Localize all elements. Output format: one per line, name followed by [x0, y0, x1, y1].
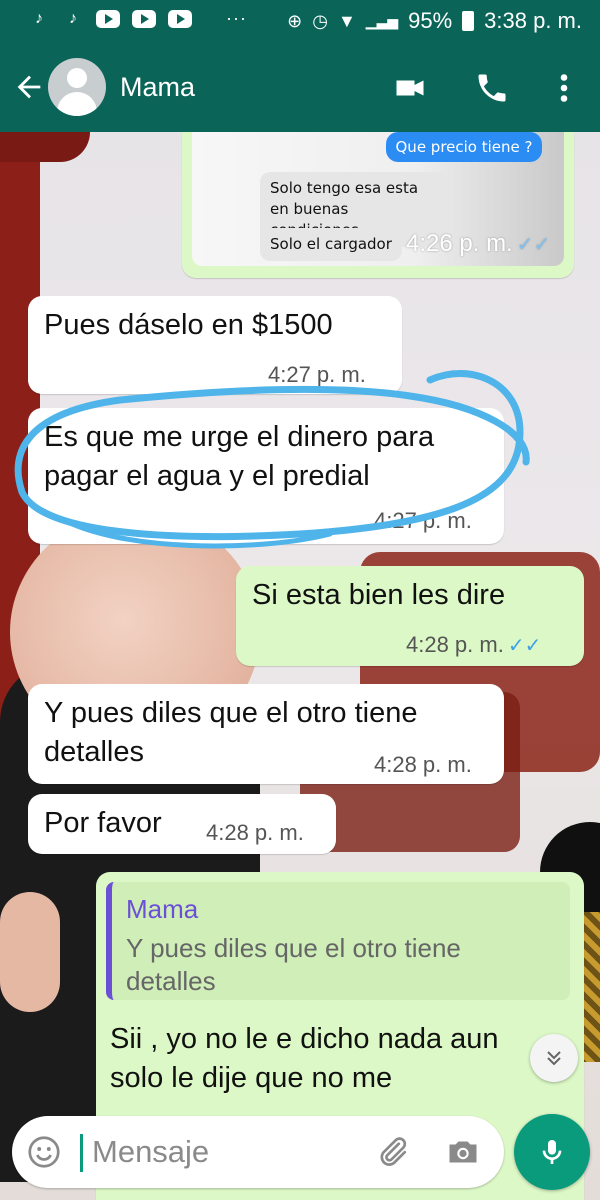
data-saver-icon: ⊕: [287, 10, 303, 31]
contact-name[interactable]: Mama: [120, 72, 195, 103]
message-time: 4:27 p. m.: [374, 508, 472, 533]
voice-message-button[interactable]: [514, 1114, 590, 1190]
tiktok-icon: ♪: [69, 10, 77, 27]
attach-paperclip-icon[interactable]: [374, 1134, 410, 1170]
battery-icon: [462, 11, 475, 31]
message-text: Si esta bien les dire: [252, 579, 506, 611]
outgoing-message[interactable]: Si esta bien les dire 4:28 p. m. ✓✓: [236, 566, 584, 666]
youtube-icon: [168, 10, 192, 28]
incoming-message[interactable]: Pues dáselo en $1500 4:27 p. m.: [28, 296, 402, 394]
more-notifications-indicator: ···: [226, 8, 247, 28]
read-receipt-icon: ✓✓: [507, 635, 542, 657]
avatar[interactable]: [48, 58, 106, 116]
camera-icon[interactable]: [444, 1134, 482, 1170]
quote-text: Y pues diles que el otro tiene detalles: [126, 933, 461, 996]
status-bar: ♪ ♪ ··· ⊕ ◷ ▼ ▁▃▅ 95% 3:38 p. m.: [0, 0, 600, 44]
more-options-icon[interactable]: [546, 70, 582, 106]
wallpaper-photo-chair-top: [0, 132, 90, 162]
clock: 3:38 p. m.: [484, 8, 582, 33]
chat-area[interactable]: Que precio tiene ? Solo tengo esa esta e…: [0, 132, 600, 1200]
text-cursor: [80, 1134, 83, 1172]
emoji-icon[interactable]: [26, 1134, 62, 1170]
message-text: Pues dáselo en $1500: [44, 309, 333, 341]
message-time: 4:26 p. m. ✓✓: [406, 230, 551, 257]
avatar-head-shape: [67, 68, 87, 88]
incoming-message[interactable]: Por favor 4:28 p. m.: [28, 794, 336, 854]
notification-icons: ♪ ♪: [28, 9, 192, 29]
message-time: 4:28 p. m.: [374, 752, 472, 777]
message-text: Es que me urge el dinero para pagar el a…: [44, 421, 435, 492]
alarm-icon: ◷: [312, 10, 328, 31]
incoming-message[interactable]: Es que me urge el dinero para pagar el a…: [28, 408, 504, 544]
chat-header: Mama: [0, 44, 600, 132]
scroll-to-bottom-button[interactable]: [530, 1034, 578, 1082]
image-message[interactable]: Que precio tiene ? Solo tengo esa esta e…: [182, 132, 574, 278]
tiktok-icon: ♪: [35, 10, 43, 27]
incoming-message[interactable]: Y pues diles que el otro tiene detalles …: [28, 684, 504, 784]
message-time: 4:28 p. m. ✓✓: [406, 632, 542, 657]
video-call-icon[interactable]: [392, 70, 428, 106]
message-time: 4:27 p. m.: [268, 362, 366, 387]
wallpaper-photo-baby-hand: [0, 892, 60, 1012]
system-status: ⊕ ◷ ▼ ▁▃▅ 95% 3:38 p. m.: [287, 8, 582, 34]
shared-screenshot-image: Que precio tiene ? Solo tengo esa esta e…: [192, 132, 564, 266]
message-composer: [12, 1116, 504, 1188]
quoted-message[interactable]: Mama Y pues diles que el otro tiene deta…: [106, 882, 570, 1000]
signal-icon: ▁▃▅: [365, 12, 399, 29]
battery-percent: 95%: [408, 8, 453, 33]
microphone-icon: [542, 1140, 562, 1164]
youtube-icon: [96, 10, 120, 28]
message-time: 4:28 p. m.: [206, 820, 304, 845]
quote-author: Mama: [126, 894, 199, 924]
phone-call-icon[interactable]: [474, 70, 510, 106]
back-arrow-icon[interactable]: [12, 70, 46, 104]
screenshot-received-bubble: Solo el cargador: [260, 228, 402, 261]
wifi-icon: ▼: [337, 10, 356, 31]
avatar-body-shape: [57, 92, 97, 116]
double-chevron-down-icon: [547, 1051, 561, 1066]
message-text: Sii , yo no le e dicho nada aun solo le …: [110, 1023, 499, 1094]
screenshot-sent-bubble: Que precio tiene ?: [386, 132, 542, 162]
youtube-icon: [132, 10, 156, 28]
message-text: Y pues diles que el otro tiene detalles: [44, 697, 418, 768]
message-input[interactable]: [92, 1132, 372, 1172]
